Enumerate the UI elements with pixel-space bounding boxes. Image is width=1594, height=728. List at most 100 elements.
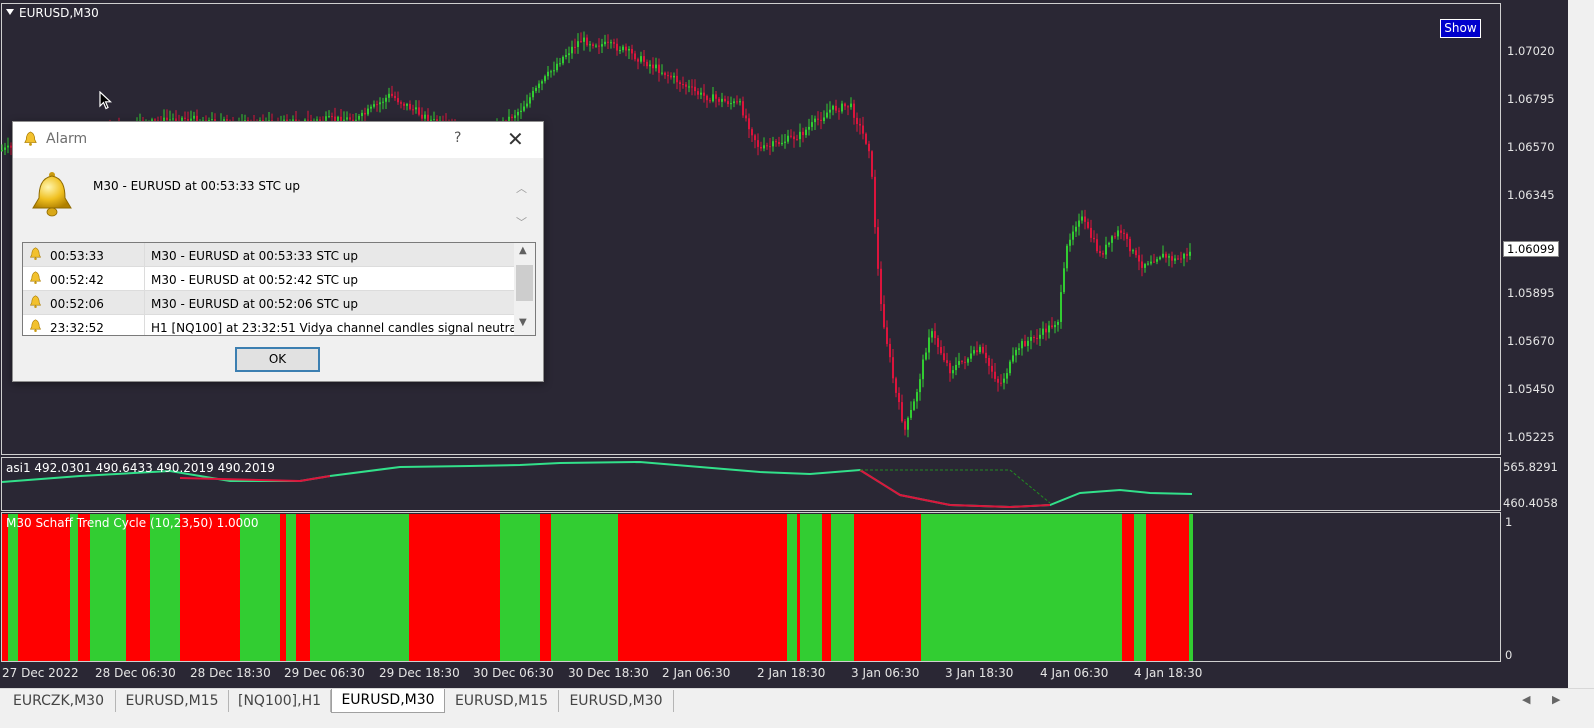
candlestick <box>622 46 624 51</box>
stc-bar <box>18 514 70 661</box>
tab-eurusd-m30-active[interactable]: EURUSD,M30 <box>331 689 445 713</box>
candlestick <box>685 84 687 87</box>
asi-axis-min: 460.4058 <box>1503 496 1558 510</box>
ok-button[interactable]: OK <box>235 347 320 372</box>
dropdown-triangle-icon[interactable] <box>6 9 14 15</box>
candlestick <box>1018 348 1020 350</box>
time-axis-label: 4 Jan 06:30 <box>1040 666 1109 680</box>
candlestick <box>406 103 408 106</box>
tab-scroll-right-icon[interactable]: ▶ <box>1552 693 1560 706</box>
chevron-up-icon[interactable]: ︿ <box>516 180 527 196</box>
tab-eurusd-m30-2[interactable]: EURUSD,M30 <box>559 690 674 712</box>
tab-scroll-left-icon[interactable]: ◀ <box>1522 693 1530 706</box>
candlestick <box>1036 337 1038 339</box>
candlestick <box>859 124 861 126</box>
candlestick <box>988 357 990 366</box>
list-item[interactable]: 00:52:42 M30 - EURUSD at 00:52:42 STC up <box>23 267 514 291</box>
alarm-time: 00:52:42 <box>50 273 104 287</box>
candlestick <box>850 103 852 108</box>
candlestick <box>1186 253 1188 256</box>
candlestick <box>760 146 762 149</box>
candlestick <box>583 37 585 42</box>
candlestick <box>418 107 420 115</box>
alarm-dialog[interactable]: Alarm ? ✕ M30 - EURUSD at 00:53:33 STC u… <box>12 121 544 382</box>
list-item[interactable]: 00:52:06 M30 - EURUSD at 00:52:06 STC up <box>23 291 514 315</box>
candlestick <box>1135 250 1137 256</box>
show-button[interactable]: Show <box>1440 19 1481 38</box>
candlestick <box>1054 324 1056 328</box>
candlestick <box>1060 292 1062 322</box>
stc-bar <box>797 514 800 661</box>
candlestick <box>862 125 864 134</box>
candlestick <box>976 350 978 353</box>
chart-symbol-title[interactable]: EURUSD,M30 <box>6 6 99 20</box>
price-axis-label: 1.05670 <box>1507 334 1555 348</box>
candlestick <box>736 101 738 103</box>
candlestick <box>754 135 756 141</box>
stc-bar <box>78 514 90 661</box>
stc-axis-min: 0 <box>1505 648 1513 662</box>
candlestick <box>712 94 714 102</box>
tab-eurczk-m30[interactable]: EURCZK,M30 <box>2 690 116 712</box>
alarm-row-message: H1 [NQ100] at 23:32:51 Vidya channel can… <box>151 321 521 335</box>
alarm-time: 00:53:33 <box>50 249 104 263</box>
close-icon[interactable]: ✕ <box>507 127 524 151</box>
list-scrollbar[interactable]: ▲ ▼ <box>514 243 535 335</box>
candlestick <box>1069 239 1071 246</box>
time-axis-label: 4 Jan 18:30 <box>1134 666 1203 680</box>
alarm-titlebar[interactable]: Alarm ? ✕ <box>13 122 543 158</box>
stc-bar <box>150 514 180 661</box>
tab-nq100-h1[interactable]: [NQ100],H1 <box>229 690 331 712</box>
candlestick <box>400 102 402 104</box>
candlestick <box>550 71 552 73</box>
candlestick <box>655 64 657 69</box>
candlestick <box>1081 216 1083 221</box>
chevron-down-icon[interactable]: ▼ <box>519 317 527 328</box>
candlestick <box>997 378 999 383</box>
candlestick <box>1189 251 1191 256</box>
candlestick <box>580 41 582 43</box>
list-item[interactable]: 23:32:52 H1 [NQ100] at 23:32:51 Vidya ch… <box>23 315 520 335</box>
candlestick <box>541 81 543 84</box>
candlestick <box>985 352 987 358</box>
alarm-time: 23:32:52 <box>50 321 104 335</box>
stc-bar <box>921 514 1122 661</box>
candlestick <box>658 64 660 73</box>
bell-icon <box>32 172 72 217</box>
scrollbar-thumb[interactable] <box>516 265 533 301</box>
candlestick <box>1066 245 1068 269</box>
candlestick <box>814 118 816 123</box>
candlestick <box>1111 236 1113 243</box>
list-item[interactable]: 00:53:33 M30 - EURUSD at 00:53:33 STC up <box>23 243 514 267</box>
candlestick <box>526 103 528 107</box>
candlestick <box>511 116 513 119</box>
alarm-history-list[interactable]: 00:53:33 M30 - EURUSD at 00:53:33 STC up… <box>22 242 536 336</box>
candlestick <box>367 108 369 115</box>
bell-icon <box>24 131 37 146</box>
candlestick <box>817 118 819 120</box>
candlestick <box>775 141 777 143</box>
chevron-up-icon[interactable]: ▲ <box>519 245 527 256</box>
candlestick <box>595 45 597 47</box>
help-icon[interactable]: ? <box>454 130 461 146</box>
candlestick <box>697 91 699 95</box>
candlestick <box>1114 236 1116 238</box>
candlestick <box>913 401 915 410</box>
candlestick <box>679 82 681 85</box>
candlestick <box>1099 251 1101 254</box>
candlestick <box>871 151 873 177</box>
candlestick <box>670 75 672 78</box>
candlestick <box>1012 355 1014 362</box>
stc-bar <box>831 514 854 661</box>
stc-bar <box>787 514 797 661</box>
candlestick <box>883 304 885 328</box>
candlestick <box>553 70 555 72</box>
price-axis-label: 1.05225 <box>1507 430 1555 444</box>
candlestick <box>931 331 933 338</box>
chevron-down-icon[interactable]: ﹀ <box>516 214 527 230</box>
trading-terminal: EURUSD,M30 asi1 492.0301 490.6433 490.20… <box>0 0 1594 728</box>
candlestick <box>535 87 537 91</box>
tab-eurusd-m15-2[interactable]: EURUSD,M15 <box>445 690 559 712</box>
candlestick <box>193 115 195 119</box>
tab-eurusd-m15[interactable]: EURUSD,M15 <box>116 690 229 712</box>
